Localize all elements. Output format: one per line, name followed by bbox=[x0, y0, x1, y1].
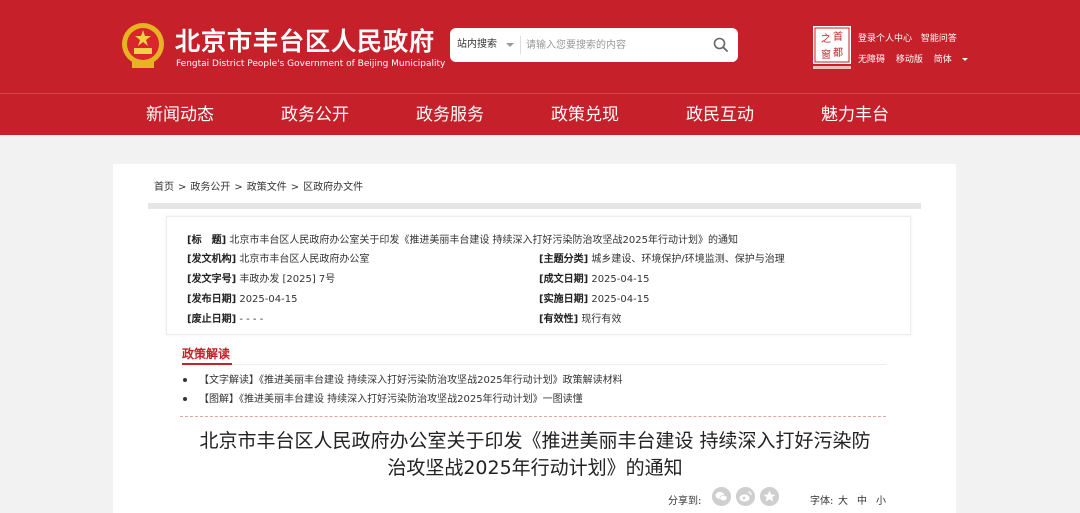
info-topic-label: [主题分类] bbox=[539, 254, 589, 265]
breadcrumb-gov-affairs[interactable]: 政务公开 bbox=[190, 182, 230, 193]
language-label: 简体 bbox=[933, 55, 952, 65]
site-title[interactable]: 北京市丰台区人民政府 bbox=[175, 22, 435, 58]
interpretation-underline bbox=[182, 363, 232, 365]
font-size-label: 字体: bbox=[810, 496, 834, 507]
main-nav: 新闻动态 政务公开 政务服务 政策兑现 政民互动 魅力丰台 bbox=[0, 93, 1080, 135]
document-title: 北京市丰台区人民政府办公室关于印发《推进美丽丰台建设 持续深入打好污染防 治攻坚… bbox=[180, 428, 890, 482]
smart-qa-link[interactable]: 智能问答 bbox=[921, 34, 957, 44]
qzone-icon[interactable] bbox=[760, 487, 779, 506]
search-input[interactable] bbox=[526, 33, 706, 57]
search-divider bbox=[520, 36, 521, 54]
info-topic-row: [主题分类] 城乡建设、环境保护/环境监测、保护与治理 bbox=[539, 250, 785, 265]
language-select[interactable]: 简体 bbox=[934, 55, 976, 65]
info-topic-value: 城乡建设、环境保护/环境监测、保护与治理 bbox=[591, 254, 785, 265]
bullet-icon bbox=[183, 378, 187, 382]
capital-logo-char: 首 bbox=[833, 30, 843, 43]
breadcrumb: 首页 > 政务公开 > 政策文件 > 区政府办文件 bbox=[154, 182, 364, 193]
login-link[interactable]: 登录个人中心 bbox=[858, 34, 912, 44]
interpretation-link-text[interactable]: 【文字解读】《推进美丽丰台建设 持续深入打好污染防治攻坚战2025年行动计划》政… bbox=[183, 371, 623, 386]
document-title-line2: 治攻坚战2025年行动计划》的通知 bbox=[387, 457, 683, 479]
info-title-label: [标 题] bbox=[187, 235, 227, 246]
capital-logo-char: 都 bbox=[833, 47, 843, 59]
top-links: 登录个人中心 智能问答 bbox=[858, 31, 963, 44]
capital-logo-char: 窗 bbox=[821, 48, 831, 61]
info-effective-row: [实施日期] 2025-04-15 bbox=[539, 290, 649, 305]
accessibility-link[interactable]: 无障碍 bbox=[858, 55, 885, 65]
mobile-link[interactable]: 移动版 bbox=[896, 55, 923, 65]
info-issuer-value: 北京市丰台区人民政府办公室 bbox=[239, 254, 370, 265]
info-issuer-row: [发文机构] 北京市丰台区人民政府办公室 bbox=[187, 250, 369, 265]
info-created-value: 2025-04-15 bbox=[591, 274, 650, 285]
interpretation-link-text-label: 【文字解读】《推进美丽丰台建设 持续深入打好污染防治攻坚战2025年行动计划》政… bbox=[199, 375, 623, 386]
wechat-icon[interactable] bbox=[712, 487, 731, 506]
capital-logo-char: 之 bbox=[821, 32, 831, 45]
nav-item-charm[interactable]: 魅力丰台 bbox=[821, 94, 889, 136]
document-title-line1: 北京市丰台区人民政府办公室关于印发《推进美丽丰台建设 持续深入打好污染防 bbox=[199, 430, 871, 452]
info-docno-value: 丰政办发 [2025] 7号 bbox=[239, 274, 336, 285]
info-title-row: [标 题] 北京市丰台区人民政府办公室关于印发《推进美丽丰台建设 持续深入打好污… bbox=[187, 231, 738, 246]
interpretation-link-graphic[interactable]: 【图解】《推进美丽丰台建设 持续深入打好污染防治攻坚战2025年行动计划》一图读… bbox=[183, 390, 583, 405]
search-scope-select[interactable]: 站内搜索 bbox=[450, 28, 520, 62]
dashed-divider bbox=[180, 416, 886, 417]
info-effective-value: 2025-04-15 bbox=[591, 294, 650, 305]
info-validity-label: [有效性] bbox=[539, 314, 579, 325]
info-effective-label: [实施日期] bbox=[539, 294, 589, 305]
search-box: 站内搜索 bbox=[450, 28, 738, 62]
info-published-value: 2025-04-15 bbox=[239, 294, 298, 305]
weibo-icon[interactable] bbox=[736, 487, 755, 506]
interpretation-heading: 政策解读 bbox=[182, 347, 231, 361]
chevron-down-icon bbox=[961, 58, 968, 61]
divider-bar bbox=[148, 203, 921, 209]
font-size-small[interactable]: 小 bbox=[876, 492, 886, 507]
nav-item-services[interactable]: 政务服务 bbox=[416, 94, 484, 136]
info-docno-label: [发文字号] bbox=[187, 274, 237, 285]
font-size-medium[interactable]: 中 bbox=[857, 492, 867, 507]
interpretation-link-graphic-label: 【图解】《推进美丽丰台建设 持续深入打好污染防治攻坚战2025年行动计划》一图读… bbox=[199, 394, 583, 405]
font-size-large[interactable]: 大 bbox=[838, 492, 848, 507]
header: 北京市丰台区人民政府 Fengtai District People's Gov… bbox=[0, 0, 1080, 93]
info-title-value: 北京市丰台区人民政府办公室关于印发《推进美丽丰台建设 持续深入打好污染防治攻坚战… bbox=[229, 235, 738, 246]
breadcrumb-district-docs[interactable]: 区政府办文件 bbox=[303, 182, 363, 193]
chevron-down-icon bbox=[506, 43, 514, 47]
nav-item-news[interactable]: 新闻动态 bbox=[146, 94, 214, 136]
info-created-row: [成文日期] 2025-04-15 bbox=[539, 270, 649, 285]
national-emblem-icon bbox=[122, 23, 164, 68]
nav-item-interaction[interactable]: 政民互动 bbox=[686, 94, 754, 136]
interpretation-divider bbox=[182, 364, 886, 365]
nav-item-policy[interactable]: 政策兑现 bbox=[551, 94, 619, 136]
info-expiry-row: [废止日期] - - - - bbox=[187, 310, 263, 325]
info-issuer-label: [发文机构] bbox=[187, 254, 237, 265]
share-label: 分享到: bbox=[668, 496, 702, 507]
breadcrumb-policy-docs[interactable]: 政策文件 bbox=[247, 182, 287, 193]
search-icon[interactable] bbox=[712, 36, 730, 54]
info-docno-row: [发文字号] 丰政办发 [2025] 7号 bbox=[187, 270, 335, 285]
info-created-label: [成文日期] bbox=[539, 274, 589, 285]
top-links-secondary: 无障碍 移动版 简体 bbox=[858, 52, 984, 65]
info-validity-row: [有效性] 现行有效 bbox=[539, 310, 621, 325]
breadcrumb-home[interactable]: 首页 bbox=[154, 182, 174, 193]
info-validity-value: 现行有效 bbox=[581, 314, 622, 325]
info-expiry-value: - - - - bbox=[239, 314, 264, 325]
capital-window-logo[interactable]: 之 首 都 窗 bbox=[813, 26, 851, 70]
bullet-icon bbox=[183, 397, 187, 401]
nav-item-gov-affairs[interactable]: 政务公开 bbox=[281, 94, 349, 136]
search-scope-label: 站内搜索 bbox=[457, 39, 497, 50]
info-expiry-label: [废止日期] bbox=[187, 314, 237, 325]
site-subtitle: Fengtai District People's Government of … bbox=[176, 59, 446, 69]
info-published-label: [发布日期] bbox=[187, 294, 237, 305]
info-published-row: [发布日期] 2025-04-15 bbox=[187, 290, 297, 305]
